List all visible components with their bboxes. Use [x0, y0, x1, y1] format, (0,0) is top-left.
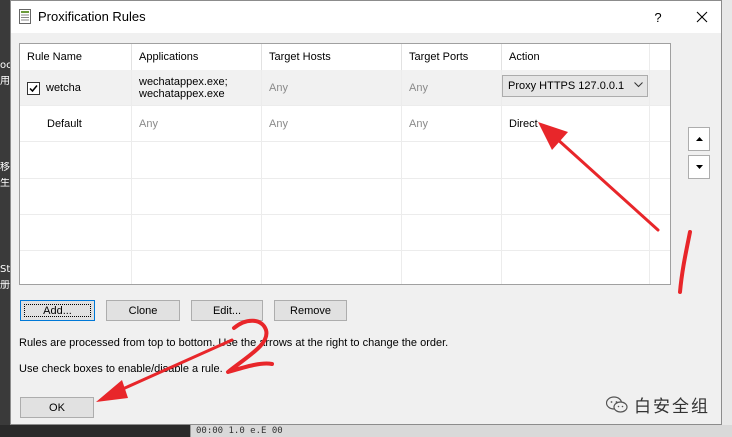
action-cell: Direct — [502, 106, 650, 142]
bg-text: St — [0, 264, 10, 275]
background-window-strip: oc 用 移 生 St 册 — [0, 0, 10, 437]
triangle-up-icon — [695, 137, 703, 141]
rules-document-icon — [19, 9, 31, 24]
grid-line — [649, 44, 650, 284]
grid-line — [20, 250, 670, 251]
clone-button[interactable]: Clone — [106, 300, 180, 321]
ok-button[interactable]: OK — [20, 397, 94, 418]
wechat-icon — [606, 395, 628, 413]
remove-button[interactable]: Remove — [274, 300, 347, 321]
bg-bottom-text: 00:00 1.0 e.E 00 — [196, 426, 283, 436]
target-hosts-cell: Any — [262, 70, 402, 106]
application-line: wechatappex.exe; — [139, 76, 228, 88]
applications-cell: Any — [132, 106, 262, 142]
table-row[interactable]: Default Any Any Any Direct — [20, 106, 670, 142]
bg-text: 移 — [0, 162, 10, 173]
watermark: 白安全组 — [606, 392, 710, 417]
close-icon — [696, 11, 708, 23]
order-hint-text: Rules are processed from top to bottom. … — [19, 337, 449, 349]
rules-table[interactable]: Rule Name Applications Target Hosts Targ… — [19, 43, 671, 285]
grid-line — [20, 214, 670, 215]
watermark-text: 白安全组 — [634, 397, 710, 417]
window-title: Proxification Rules — [38, 9, 146, 24]
help-button[interactable]: ? — [647, 5, 669, 29]
background-taskbar-strip: 00:00 1.0 e.E 00 — [0, 425, 732, 437]
column-header-target-ports[interactable]: Target Ports — [402, 44, 502, 70]
action-dropdown[interactable]: Proxy HTTPS 127.0.0.1 — [502, 75, 648, 97]
move-up-button[interactable] — [688, 127, 710, 151]
checkbox-hint-text: Use check boxes to enable/disable a rule… — [19, 363, 223, 375]
title-bar[interactable]: Proxification Rules ? — [11, 1, 721, 33]
target-ports-cell: Any — [402, 106, 502, 142]
chevron-down-icon — [634, 82, 643, 88]
column-header-target-hosts[interactable]: Target Hosts — [262, 44, 402, 70]
target-ports-cell: Any — [402, 70, 502, 106]
applications-cell: wechatappex.exe; wechatappex.exe — [132, 70, 262, 106]
bg-text: oc — [0, 60, 10, 71]
target-hosts-cell: Any — [262, 106, 402, 142]
table-header: Rule Name Applications Target Hosts Targ… — [20, 44, 670, 70]
move-down-button[interactable] — [688, 155, 710, 179]
rule-enabled-checkbox[interactable] — [27, 81, 40, 95]
bg-text: 生 — [0, 178, 10, 189]
action-dropdown-value: Proxy HTTPS 127.0.0.1 — [508, 80, 625, 92]
rule-name-cell: Default — [20, 106, 132, 142]
checkmark-icon — [29, 84, 38, 92]
column-header-action[interactable]: Action — [502, 44, 650, 70]
triangle-down-icon — [695, 165, 703, 169]
column-header-rule-name[interactable]: Rule Name — [20, 44, 132, 70]
application-line: wechatappex.exe — [139, 88, 225, 100]
add-button[interactable]: Add... — [20, 300, 95, 321]
rule-name-cell: wetcha — [20, 70, 132, 106]
table-row[interactable]: wetcha wechatappex.exe; wechatappex.exe … — [20, 70, 670, 106]
bg-text: 册 — [0, 280, 10, 291]
bg-text: 用 — [0, 76, 10, 87]
grid-line — [20, 178, 670, 179]
edit-button[interactable]: Edit... — [191, 300, 263, 321]
close-button[interactable] — [687, 5, 717, 29]
rule-name: wetcha — [46, 82, 81, 94]
column-header-applications[interactable]: Applications — [132, 44, 262, 70]
proxification-rules-dialog: Proxification Rules ? Rule Name Applicat… — [10, 0, 722, 425]
